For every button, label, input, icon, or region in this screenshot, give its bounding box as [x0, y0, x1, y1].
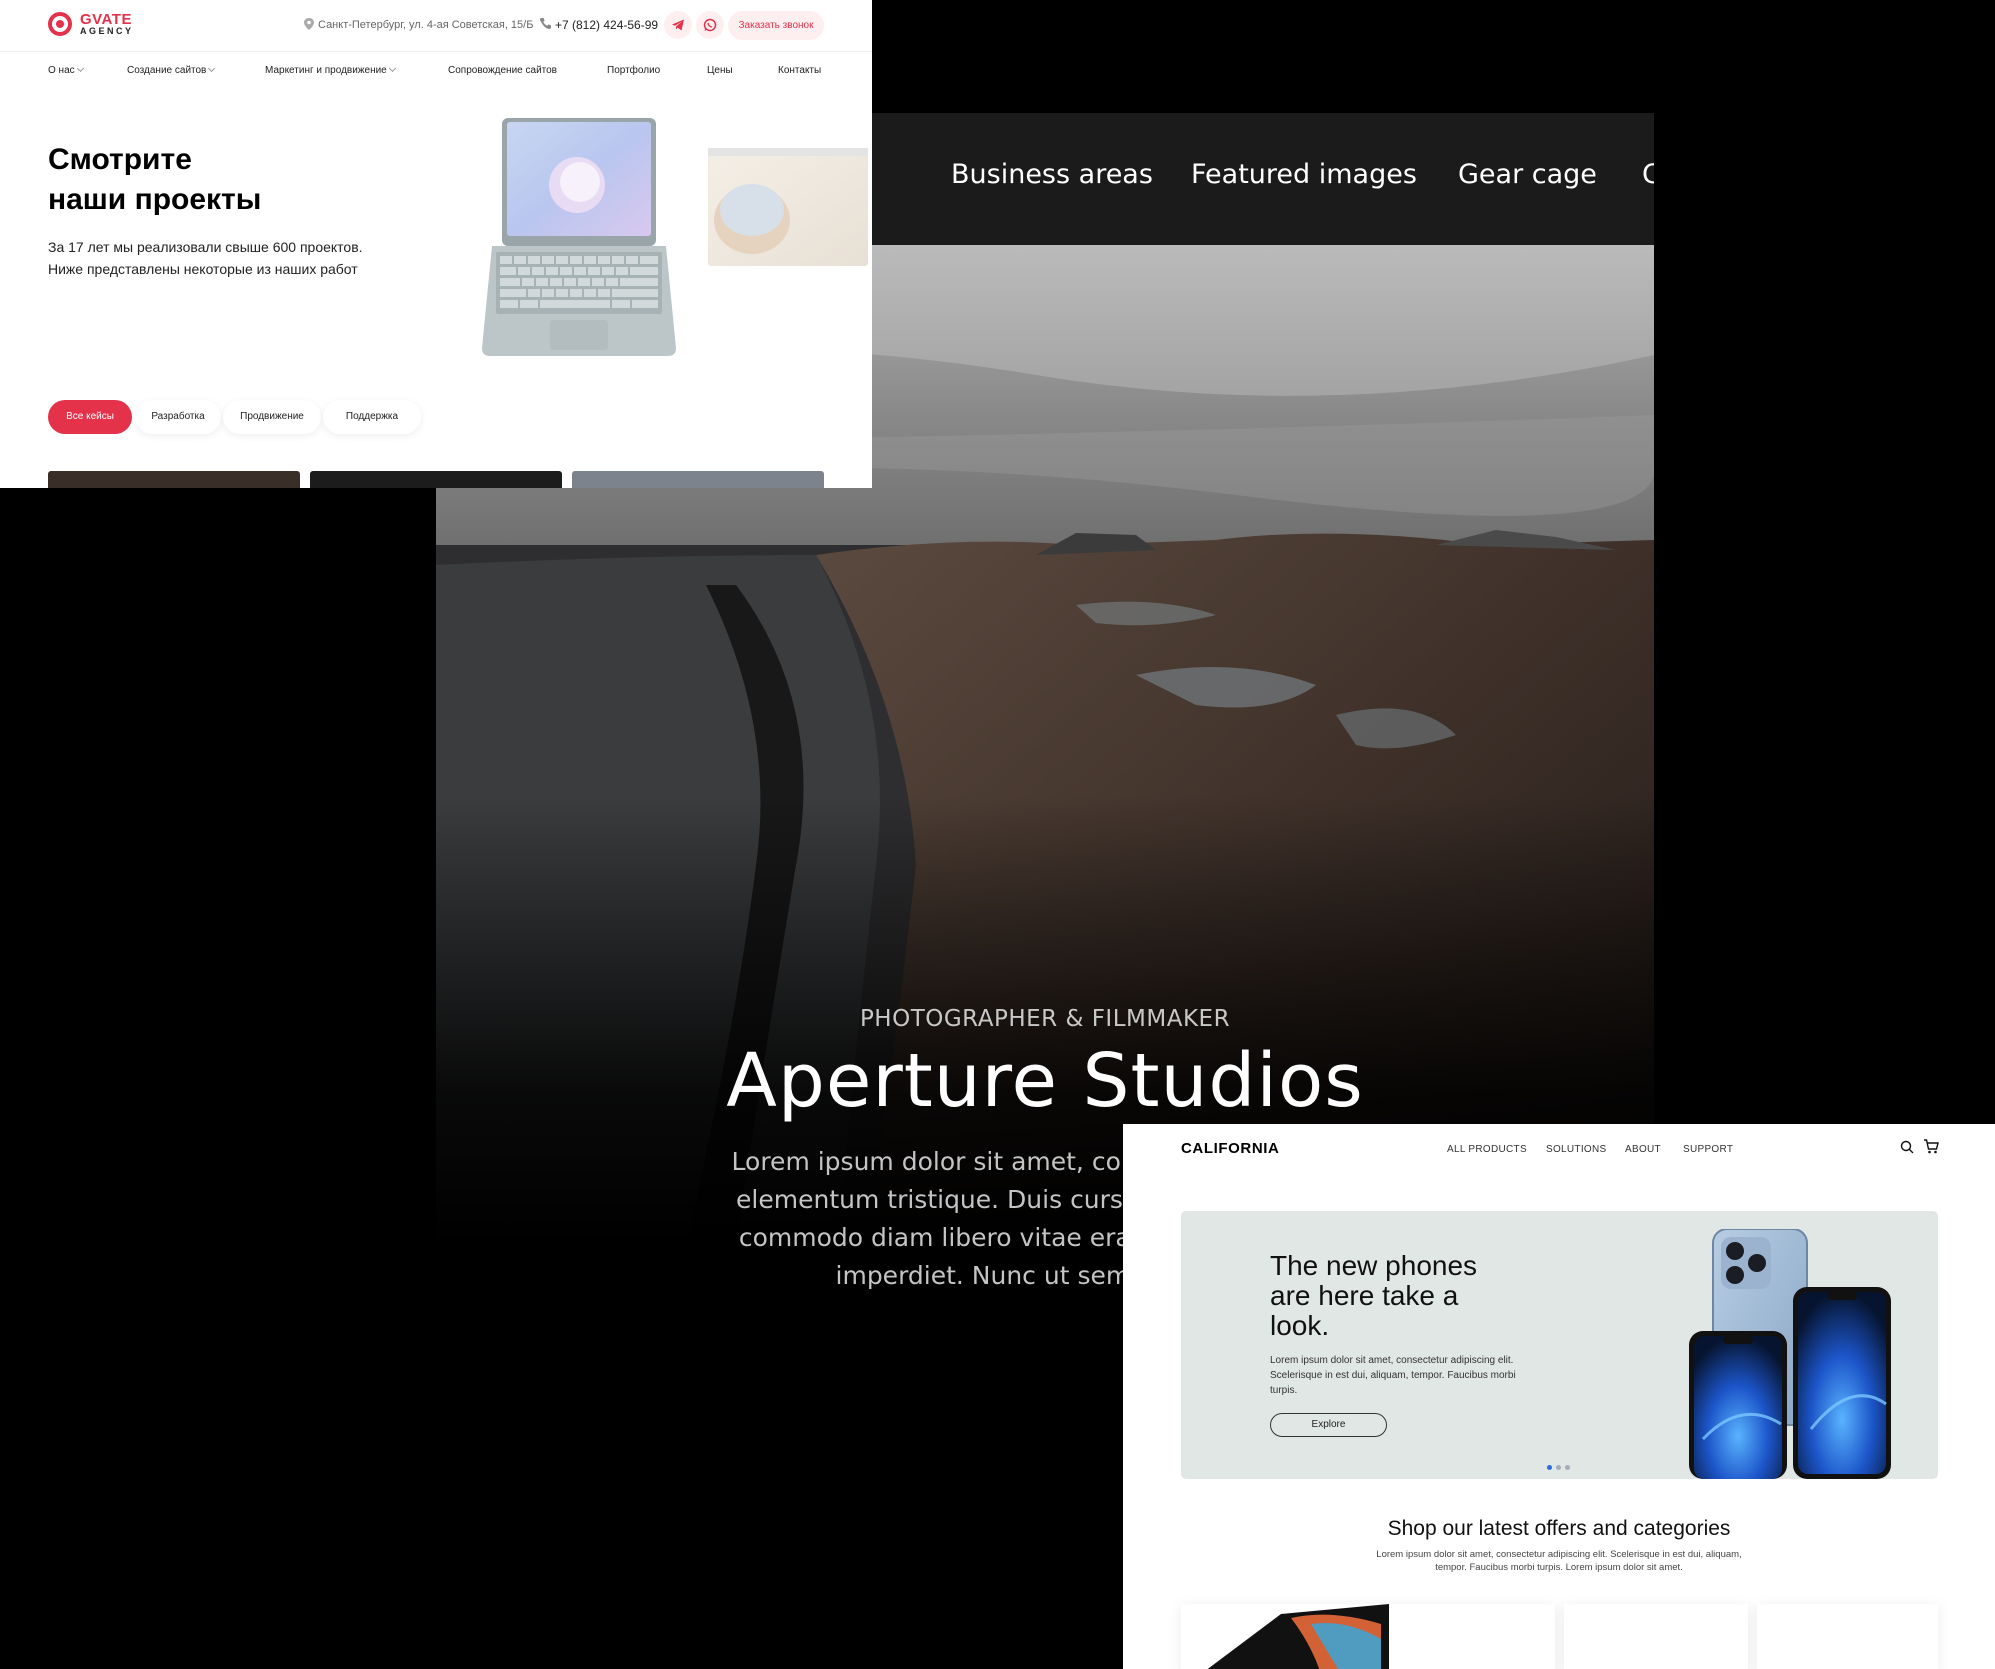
california-logo[interactable]: CALIFORNIA [1181, 1140, 1280, 1157]
tab-support[interactable]: Поддержка [323, 400, 421, 434]
hero-text: Lorem ipsum dolor sit amet, consectetur … [1270, 1353, 1516, 1398]
laptop-mockup-image [482, 118, 868, 356]
carousel-dot-active[interactable] [1547, 1465, 1552, 1470]
menu-item-support[interactable]: Сопровождение сайтов [448, 65, 557, 76]
gvate-main-menu: О нас Создание сайтов Маркетинг и продви… [0, 52, 872, 88]
page-title: Смотрите наши проекты [48, 140, 261, 220]
whatsapp-icon [703, 18, 717, 32]
cart-icon[interactable] [1923, 1139, 1939, 1154]
description-line: За 17 лет мы реализовали свыше 600 проек… [48, 239, 363, 255]
section-text-line: Lorem ipsum dolor sit amet, consectetur … [1376, 1549, 1742, 1560]
menu-item-about[interactable]: О нас [48, 64, 84, 76]
title-line: Смотрите [48, 143, 192, 176]
whatsapp-button[interactable] [696, 11, 724, 39]
address-text: Санкт-Петербург, ул. 4-ая Советская, 15/… [318, 19, 534, 31]
location-pin-icon [304, 18, 314, 30]
menu-item-marketing[interactable]: Маркетинг и продвижение [265, 64, 396, 76]
page-description: За 17 лет мы реализовали свыше 600 проек… [48, 236, 363, 280]
menu-item-contacts[interactable]: Контакты [778, 65, 821, 76]
description-line: Ниже представлены некоторые из наших раб… [48, 261, 358, 277]
nav-business-areas[interactable]: Business areas [951, 159, 1153, 190]
portfolio-card[interactable] [572, 471, 824, 488]
category-card[interactable] [1181, 1604, 1555, 1669]
section-title: Shop our latest offers and categories [1387, 1517, 1731, 1540]
hero-text-line: Scelerisque in est dui, aliquam, tempor.… [1270, 1370, 1516, 1381]
portfolio-card[interactable] [48, 471, 300, 488]
carousel-dot[interactable] [1565, 1465, 1570, 1470]
phones-product-image [1689, 1229, 1891, 1479]
nav-featured-images[interactable]: Featured images [1191, 159, 1417, 190]
chevron-down-icon [388, 64, 396, 73]
section-text: Lorem ipsum dolor sit amet, consectetur … [1123, 1548, 1995, 1574]
phone-icon [540, 18, 551, 29]
callback-button[interactable]: Заказать звонок [728, 11, 824, 40]
menu-label: Маркетинг и продвижение [265, 65, 387, 76]
hero-banner: The new phones are here take a look. Lor… [1181, 1211, 1938, 1479]
chevron-down-icon [76, 64, 84, 73]
tab-promotion[interactable]: Продвижение [223, 400, 321, 434]
telegram-icon [672, 19, 684, 31]
gvate-panel: GVATE AGENCY Санкт-Петербург, ул. 4-ая С… [0, 0, 872, 488]
hero-title-line: are here take a [1270, 1280, 1459, 1311]
carousel-dot[interactable] [1556, 1465, 1561, 1470]
tab-development[interactable]: Разработка [135, 400, 221, 434]
nav-support[interactable]: SUPPORT [1683, 1144, 1733, 1155]
tab-all-cases[interactable]: Все кейсы [48, 400, 132, 434]
menu-label: Создание сайтов [127, 65, 207, 76]
phone-number[interactable]: +7 (812) 424-56-99 [555, 18, 658, 32]
telegram-button[interactable] [664, 11, 692, 39]
chevron-down-icon [208, 64, 216, 73]
search-icon[interactable] [1900, 1140, 1914, 1154]
menu-item-portfolio[interactable]: Портфолио [607, 65, 660, 76]
gvate-header: GVATE AGENCY Санкт-Петербург, ул. 4-ая С… [0, 0, 872, 52]
explore-button[interactable]: Explore [1270, 1413, 1387, 1437]
brand-subtitle: AGENCY [80, 26, 134, 36]
menu-item-site-creation[interactable]: Создание сайтов [127, 64, 216, 76]
nav-all-products[interactable]: ALL PRODUCTS [1447, 1144, 1527, 1155]
hero-subtitle: PHOTOGRAPHER & FILMMAKER [859, 1006, 1231, 1032]
category-card[interactable] [1757, 1604, 1938, 1669]
hero-title: Aperture Studios [726, 1038, 1364, 1124]
title-line: наши проекты [48, 183, 262, 216]
california-panel: CALIFORNIA ALL PRODUCTS SOLUTIONS ABOUT … [1123, 1124, 1995, 1669]
menu-label: О нас [48, 65, 75, 76]
logo-icon[interactable] [48, 12, 72, 36]
brand-name[interactable]: GVATE [80, 12, 132, 27]
nav-solutions[interactable]: SOLUTIONS [1546, 1144, 1607, 1155]
product-thumbnail-image [1181, 1604, 1389, 1669]
hero-title-line: The new phones [1270, 1250, 1478, 1281]
nav-gear-cage[interactable]: Gear cage [1458, 159, 1597, 190]
category-card[interactable] [1564, 1604, 1748, 1669]
nav-truncated[interactable]: C [1642, 159, 1654, 190]
portfolio-card[interactable] [310, 471, 562, 488]
section-text-line: tempor. Faucibus morbi turpis. Lorem ips… [1435, 1562, 1683, 1573]
hero-text-line: turpis. [1270, 1385, 1298, 1396]
hero-title-line: look. [1270, 1310, 1330, 1341]
hero-title: The new phones are here take a look. [1270, 1251, 1477, 1341]
menu-item-prices[interactable]: Цены [707, 65, 733, 76]
hero-text-line: Lorem ipsum dolor sit amet, consectetur … [1270, 1355, 1514, 1366]
nav-about[interactable]: ABOUT [1625, 1144, 1661, 1155]
